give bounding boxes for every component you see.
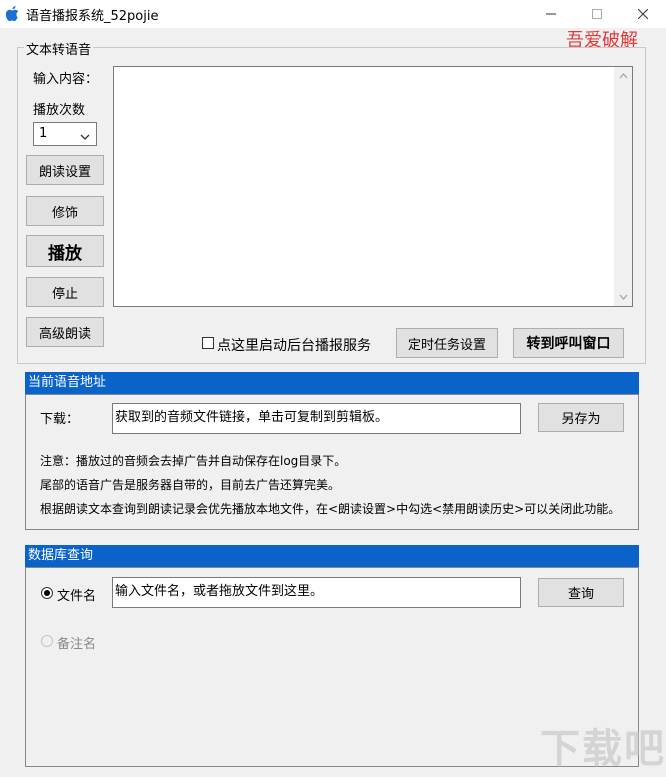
play-count-select[interactable]: 1 — [33, 122, 97, 146]
call-window-button[interactable]: 转到呼叫窗口 — [513, 328, 624, 358]
advanced-read-button[interactable]: 高级朗读 — [26, 317, 104, 347]
play-count-value: 1 — [39, 126, 48, 141]
app-icon — [5, 6, 20, 22]
play-count-label: 播放次数 — [33, 103, 86, 118]
scroll-up-icon[interactable] — [619, 73, 628, 79]
db-query-header: 数据库查询 — [25, 545, 639, 567]
text-scrollbar[interactable] — [614, 67, 632, 306]
maximize-icon — [592, 9, 602, 19]
download-link-field[interactable]: 获取到的音频文件链接，单击可复制到剪辑板。 — [112, 403, 521, 434]
filename-radio[interactable] — [41, 587, 53, 599]
filename-input[interactable]: 输入文件名，或者拖放文件到这里。 — [112, 577, 521, 608]
voice-address-header: 当前语音地址 — [25, 372, 639, 394]
maximize-button[interactable] — [574, 0, 620, 28]
filename-label[interactable]: 文件名 — [57, 585, 96, 604]
timer-task-button[interactable]: 定时任务设置 — [396, 328, 498, 358]
window-title: 语音播报系统_52pojie — [26, 9, 159, 24]
download-label: 下载： — [40, 412, 80, 427]
scroll-down-icon[interactable] — [619, 294, 628, 300]
background-service-checkbox[interactable] — [202, 337, 214, 349]
play-button[interactable]: 播放 — [26, 235, 104, 267]
note-line-2: 尾部的语音广告是服务器自带的，目前去广告还算完美。 — [40, 478, 341, 492]
text-input-area[interactable] — [113, 66, 633, 307]
remark-label[interactable]: 备注名 — [57, 633, 96, 652]
save-as-button[interactable]: 另存为 — [538, 403, 624, 432]
close-button[interactable] — [620, 0, 666, 28]
decorate-button[interactable]: 修饰 — [26, 196, 104, 226]
close-icon — [637, 8, 649, 20]
input-content-label: 输入内容： — [33, 72, 99, 87]
chevron-down-icon — [80, 130, 90, 145]
tts-group-legend: 文本转语音 — [24, 39, 94, 58]
minimize-button[interactable] — [528, 0, 574, 28]
background-service-label[interactable]: 点这里启动后台播报服务 — [217, 335, 371, 355]
read-settings-button[interactable]: 朗读设置 — [26, 155, 104, 185]
remark-radio[interactable] — [41, 635, 53, 647]
query-button[interactable]: 查询 — [538, 578, 624, 607]
corner-watermark: 下载吧 — [540, 726, 666, 772]
stop-button[interactable]: 停止 — [26, 277, 104, 307]
note-line-1: 注意：播放过的音频会去掉广告并自动保存在log目录下。 — [40, 454, 347, 468]
minimize-icon — [546, 13, 556, 15]
note-line-3: 根据朗读文本查询到朗读记录会优先播放本地文件，在<朗读设置>中勾选<禁用朗读历史… — [40, 502, 621, 516]
